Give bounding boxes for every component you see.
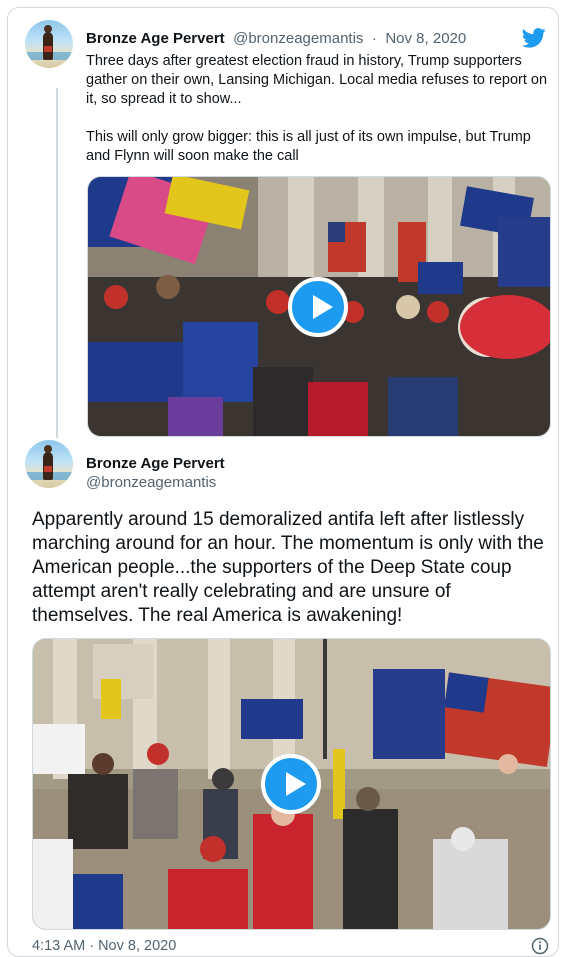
avatar[interactable] [25, 20, 73, 68]
author-name[interactable]: Bronze Age Pervert [86, 455, 225, 472]
tweet-text: Three days after greatest election fraud… [86, 52, 548, 185]
tweet-text: Apparently around 15 demoralized antifa … [32, 509, 544, 626]
tweet-timestamp[interactable]: 4:13 AM · Nov 8, 2020 [32, 938, 176, 954]
play-icon[interactable] [288, 277, 348, 337]
tweet-card: Bronze Age Pervert @bronzeagemantis · No… [7, 7, 559, 957]
play-icon[interactable] [261, 754, 321, 814]
tweet-header: Bronze Age Pervert @bronzeagemantis · No… [86, 30, 470, 48]
tweet-text-paragraph-1: Three days after greatest election fraud… [86, 53, 548, 107]
info-icon[interactable] [531, 937, 549, 955]
author-handle[interactable]: @bronzeagemantis [86, 474, 216, 491]
avatar[interactable] [25, 440, 73, 488]
separator-dot: · [371, 30, 377, 47]
author-handle[interactable]: @bronzeagemantis [233, 30, 363, 47]
twitter-bird-icon[interactable] [522, 28, 546, 48]
video-thumbnail[interactable] [32, 638, 551, 930]
author-name[interactable]: Bronze Age Pervert [86, 30, 225, 47]
tweet-text-paragraph-2: This will only grow bigger: this is all … [86, 129, 531, 164]
tweet-date[interactable]: Nov 8, 2020 [385, 30, 466, 47]
video-thumbnail[interactable] [87, 176, 551, 437]
thread-connector-line [56, 88, 58, 438]
